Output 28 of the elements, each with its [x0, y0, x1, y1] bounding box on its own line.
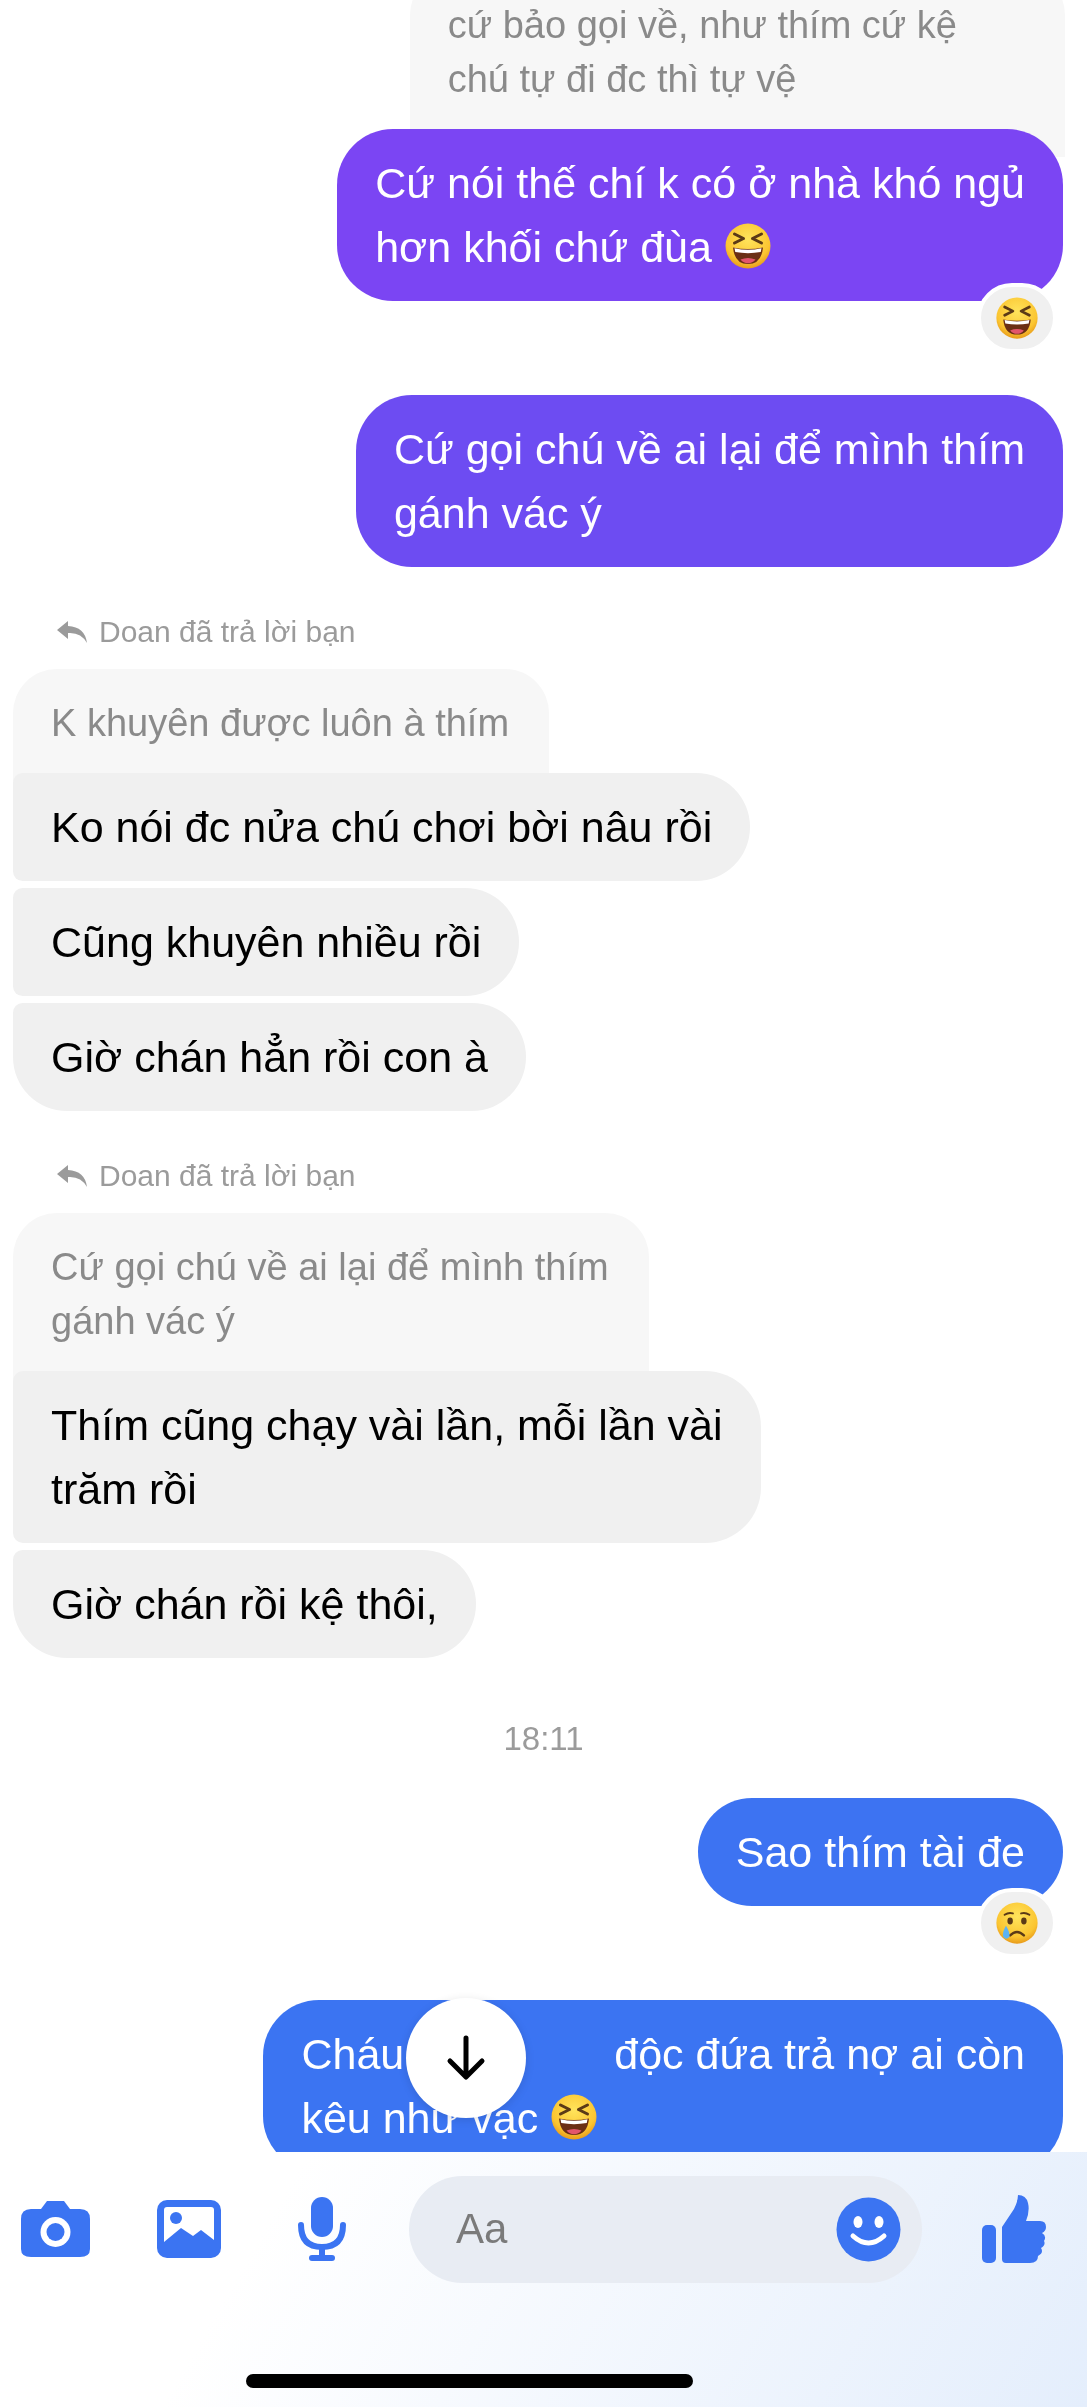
message-text: hơn khối chứ đùa — [375, 223, 712, 271]
down-arrow-icon — [446, 2035, 486, 2081]
smiley-icon[interactable] — [835, 2195, 902, 2263]
message-text: Giờ chán hẳn rồi con à — [51, 1033, 488, 1081]
message-text: Cứ gọi chú về ai lại để mình thím gánh vác ý — [393, 425, 1025, 537]
reply-icon — [55, 619, 89, 645]
crying-emoji-icon — [995, 1901, 1039, 1945]
laughing-emoji-icon — [995, 296, 1039, 340]
laughing-emoji-icon — [723, 222, 772, 270]
message-field[interactable]: Aa — [409, 2175, 922, 2283]
message-text: Cháu — [301, 2030, 405, 2078]
image-icon[interactable] — [155, 2198, 223, 2260]
reply-label: Doan đã trả lời bạn — [99, 615, 356, 649]
laughing-emoji-icon — [550, 2093, 599, 2141]
message-text: độc đứa trả nợ ai còn — [614, 2030, 1025, 2078]
camera-icon[interactable] — [19, 2199, 92, 2259]
message-text: Ko nói đc nửa chú chơi bời nâu rồi — [51, 803, 713, 851]
reply-label: Doan đã trả lời bạn — [99, 1159, 356, 1193]
message-text: Giờ chán rồi kệ thôi, — [51, 1580, 438, 1628]
placeholder-text: Aa — [456, 2205, 508, 2253]
microphone-icon[interactable] — [295, 2195, 349, 2263]
message-text: Sao thím tài đe — [735, 1828, 1025, 1876]
message-text: Cứ nói thế chí k có ở nhà khó ngủ — [375, 159, 1025, 207]
timestamp: 18:11 — [503, 1720, 584, 1758]
message-text: Thím cũng chạy vài lần, mỗi lần vài trăm rồi — [51, 1401, 723, 1513]
reply-icon — [55, 1163, 89, 1189]
message-text: Cũng khuyên nhiều rồi — [51, 918, 482, 966]
thumbs-up-icon[interactable] — [980, 2193, 1048, 2265]
